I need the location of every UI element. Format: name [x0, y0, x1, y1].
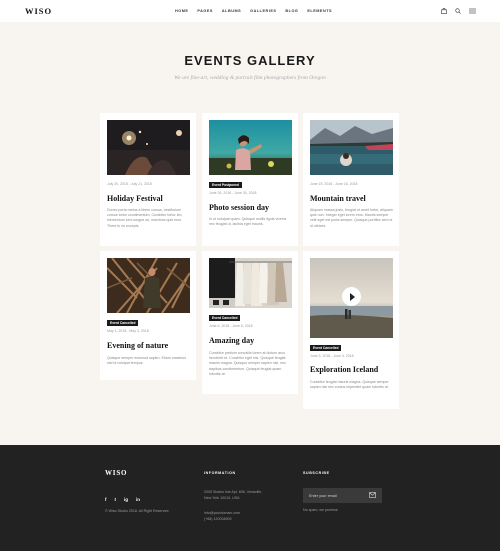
nav-item-pages[interactable]: PAGES — [197, 9, 213, 13]
play-button[interactable] — [342, 287, 361, 306]
linkedin-icon[interactable]: in — [136, 497, 140, 502]
nav-item-home[interactable]: HOME — [175, 9, 188, 13]
event-card[interactable]: Event Cancelled June 6, 2018 - June 6, 2… — [202, 251, 298, 394]
nav-item-galleries[interactable]: GALLERIES — [250, 9, 276, 13]
event-title[interactable]: Mountain travel — [310, 194, 366, 203]
page-subtitle: We are fine-art, wedding & portrait film… — [174, 75, 326, 81]
event-description: Aliquam massa justo, feugiat et amet tor… — [310, 208, 393, 228]
subscribe-form — [303, 488, 382, 503]
event-description: Donec porta metus a libero cursus, vesti… — [107, 208, 183, 228]
woman-photo[interactable] — [209, 120, 292, 175]
event-card[interactable]: Event Cancelled June 3, 2018 - June 4, 2… — [303, 251, 399, 409]
status-badge: Event Postponed — [209, 182, 242, 188]
bag-icon[interactable] — [441, 8, 447, 14]
event-date: May 1, 2018 - May 3, 2018 — [107, 329, 149, 333]
page-title: EVENTS GALLERY — [184, 53, 316, 68]
contact-phone: (+68) 120034509 — [204, 517, 232, 521]
event-card[interactable]: Event Postponed June 26, 2018 - June 30,… — [202, 113, 298, 246]
header-icons — [441, 8, 476, 14]
event-card[interactable]: July 20, 2018 - July 21, 2018 Holiday Fe… — [100, 113, 196, 246]
event-title[interactable]: Holiday Festival — [107, 194, 163, 203]
nature-photo[interactable] — [107, 258, 190, 313]
clothes-photo[interactable] — [209, 258, 292, 308]
event-date: June 6, 2018 - June 6, 2018 — [209, 324, 253, 328]
iceland-video[interactable] — [310, 258, 393, 338]
search-icon[interactable] — [455, 8, 461, 14]
status-badge: Event Cancelled — [310, 345, 342, 351]
event-card[interactable]: Event Cancelled May 1, 2018 - May 3, 201… — [100, 251, 196, 380]
subscribe-note: No spam, we promise — [303, 508, 338, 512]
status-badge: Event Cancelled — [209, 315, 241, 321]
nav-item-blog[interactable]: BLOG — [285, 9, 298, 13]
social-links: f t ig in — [105, 497, 140, 502]
event-date: June 3, 2018 - June 4, 2018 — [310, 354, 354, 358]
event-description: Curabitur pretium convallis lorem at dic… — [209, 351, 286, 376]
main-nav: HOME PAGES ALBUMS GALLERIES BLOG ELEMENT… — [175, 9, 332, 13]
event-date: June 15, 2018 - June 16, 2018 — [310, 182, 358, 186]
event-title[interactable]: Evening of nature — [107, 341, 168, 350]
nav-item-albums[interactable]: ALBUMS — [222, 9, 241, 13]
status-badge: Event Cancelled — [107, 320, 139, 326]
festival-photo[interactable] — [107, 120, 190, 175]
facebook-icon[interactable]: f — [105, 497, 107, 502]
event-date: June 26, 2018 - June 30, 2018 — [209, 191, 257, 195]
menu-icon[interactable] — [469, 8, 476, 14]
event-description: In ut volutpat quam. Quisque mollis ligu… — [209, 217, 287, 227]
email-field[interactable] — [309, 492, 364, 499]
envelope-icon[interactable] — [369, 492, 376, 498]
information-heading: INFORMATION — [204, 471, 236, 475]
event-description: Curabitur feugiat mauris magna. Quisque … — [310, 380, 389, 390]
address-line-2: New York 10010, USA — [204, 496, 240, 500]
event-title[interactable]: Exploration Iceland — [310, 365, 378, 374]
copyright: © Wiso Studio 2018. All Right Reserved. — [105, 509, 170, 513]
site-footer: WISO f t ig in © Wiso Studio 2018. All R… — [0, 445, 500, 551]
event-title[interactable]: Photo session day — [209, 203, 269, 212]
nav-item-elements[interactable]: ELEMENTS — [307, 9, 332, 13]
event-date: July 20, 2018 - July 21, 2018 — [107, 182, 152, 186]
event-description: Quisque semper euismod sapien. Etiam max… — [107, 356, 187, 366]
address-line-1: 2005 Stokes Isle Apt. 896, Venaville, — [204, 490, 263, 494]
lake-photo[interactable] — [310, 120, 393, 175]
site-logo[interactable]: WISO — [25, 6, 52, 16]
event-card[interactable]: June 15, 2018 - June 16, 2018 Mountain t… — [303, 113, 399, 246]
instagram-icon[interactable]: ig — [124, 497, 128, 502]
subscribe-heading: SUBSCRIBE — [303, 471, 330, 475]
contact-email[interactable]: info@yourdomain.com — [204, 511, 240, 516]
twitter-icon[interactable]: t — [115, 497, 117, 502]
site-header: WISO HOME PAGES ALBUMS GALLERIES BLOG EL… — [0, 0, 500, 22]
footer-logo[interactable]: WISO — [105, 469, 127, 477]
event-title[interactable]: Amazing day — [209, 336, 254, 345]
